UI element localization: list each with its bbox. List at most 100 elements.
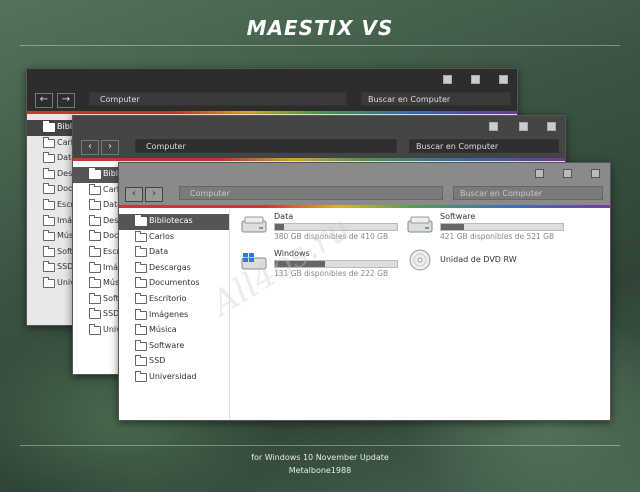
nav-item[interactable]: Escri [73,245,119,261]
accent-stripe [27,111,517,114]
folder-icon [89,277,101,289]
nav-item-universidad[interactable]: Universidad [119,370,229,386]
folder-icon [43,245,55,257]
nav-item[interactable]: Bibli [27,120,73,136]
folder-icon [89,214,101,226]
nav-item-documentos[interactable]: Documentos [119,276,229,292]
nav-item[interactable]: Músi [73,276,119,292]
forward-arrow-icon[interactable]: → [57,93,75,108]
title-bar[interactable] [73,116,565,136]
folder-icon [89,245,101,257]
nav-item[interactable]: SSD [73,307,119,323]
back-arrow-icon[interactable]: ← [35,93,53,108]
drives-pane: Data 380 GB disponibles de 410 GB Softwa… [231,208,610,420]
folder-icon [135,292,147,304]
folder-icon [89,183,101,195]
maximize-button[interactable] [519,122,528,131]
title-bar[interactable] [119,163,610,183]
maximize-button[interactable] [563,169,572,178]
minimize-button[interactable] [535,169,544,178]
nav-item-escritorio[interactable]: Escritorio [119,292,229,308]
nav-item[interactable]: Carlo [73,183,119,199]
windows-drive-icon [241,253,267,270]
forward-chevron-icon[interactable]: › [145,187,163,202]
nav-item[interactable]: SSD [27,260,73,276]
nav-item-bibliotecas[interactable]: Bibliotecas [119,214,229,230]
nav-item-carlos[interactable]: Carlos [119,230,229,246]
nav-item-software[interactable]: Software [119,339,229,355]
folder-icon [135,215,147,226]
address-bar[interactable]: Computer [89,92,347,106]
dvd-drive-icon [409,249,431,271]
toolbar: ← → Computer Buscar en Computer [27,89,517,111]
nav-item-ssd[interactable]: SSD [119,354,229,370]
nav-item-data[interactable]: Data [119,245,229,261]
folder-icon [135,261,147,273]
toolbar: ‹ › Computer Buscar en Computer [73,136,565,158]
nav-item[interactable]: Imág [27,214,73,230]
search-input[interactable]: Buscar en Computer [409,139,559,153]
folder-icon [43,121,55,132]
folder-icon [89,308,101,320]
hard-drive-icon [241,216,267,233]
folder-icon [89,292,101,304]
explorer-window-front[interactable]: ‹ › Computer Buscar en Computer Bibliote… [118,162,611,421]
nav-item[interactable]: Docu [27,182,73,198]
footer-line-1: for Windows 10 November Update [251,453,389,462]
nav-item[interactable]: Imág [73,261,119,277]
drive-free-space: 380 GB disponibles de 410 GB [274,232,389,241]
drive-name: Unidad de DVD RW [440,255,517,264]
nav-item-musica[interactable]: Música [119,323,229,339]
nav-item[interactable]: Softw [27,245,73,261]
folder-icon [135,324,147,336]
search-input[interactable]: Buscar en Computer [453,186,603,200]
nav-item[interactable]: Univer [27,276,73,292]
drive-usage-bar [274,223,398,231]
drive-name: Software [440,212,476,221]
forward-chevron-icon[interactable]: › [101,140,119,155]
nav-item[interactable]: Biblio [73,167,119,183]
nav-item[interactable]: Data [73,198,119,214]
folder-icon [89,168,101,179]
close-button[interactable] [591,169,600,178]
folder-icon [89,261,101,273]
minimize-button[interactable] [443,75,452,84]
nav-item[interactable]: Escrit [27,198,73,214]
navigation-pane: Biblio Carlo Data Desc Docu Escri Imág M… [73,161,120,374]
nav-item[interactable]: Data [27,151,73,167]
folder-icon [43,198,55,210]
nav-item[interactable]: Unive [73,323,119,339]
nav-item[interactable]: Docu [73,229,119,245]
drive-name: Windows [274,249,310,258]
accent-stripe [73,158,565,161]
folder-icon [43,183,55,195]
folder-icon [135,308,147,320]
hard-drive-icon [407,216,433,233]
back-chevron-icon[interactable]: ‹ [81,140,99,155]
close-button[interactable] [499,75,508,84]
nav-item[interactable]: Carlo [27,136,73,152]
nav-item-imagenes[interactable]: Imágenes [119,308,229,324]
nav-item[interactable]: Músi [27,229,73,245]
folder-icon [43,214,55,226]
drive-usage-bar [274,260,398,268]
maximize-button[interactable] [471,75,480,84]
navigation-pane: Bibli Carlo Data Desca Docu Escrit Imág … [27,114,74,325]
folder-icon [135,277,147,289]
nav-item-descargas[interactable]: Descargas [119,261,229,277]
close-button[interactable] [547,122,556,131]
folder-icon [43,261,55,273]
navigation-pane: Bibliotecas Carlos Data Descargas Docume… [119,208,230,420]
back-chevron-icon[interactable]: ‹ [125,187,143,202]
search-input[interactable]: Buscar en Computer [361,92,511,106]
address-bar[interactable]: Computer [135,139,397,153]
nav-item[interactable]: Desc [73,214,119,230]
minimize-button[interactable] [489,122,498,131]
nav-item[interactable]: Softw [73,292,119,308]
folder-icon [135,355,147,367]
toolbar: ‹ › Computer Buscar en Computer [119,183,610,205]
address-bar[interactable]: Computer [179,186,443,200]
nav-item[interactable]: Desca [27,167,73,183]
folder-icon [43,167,55,179]
title-bar[interactable] [27,69,517,89]
